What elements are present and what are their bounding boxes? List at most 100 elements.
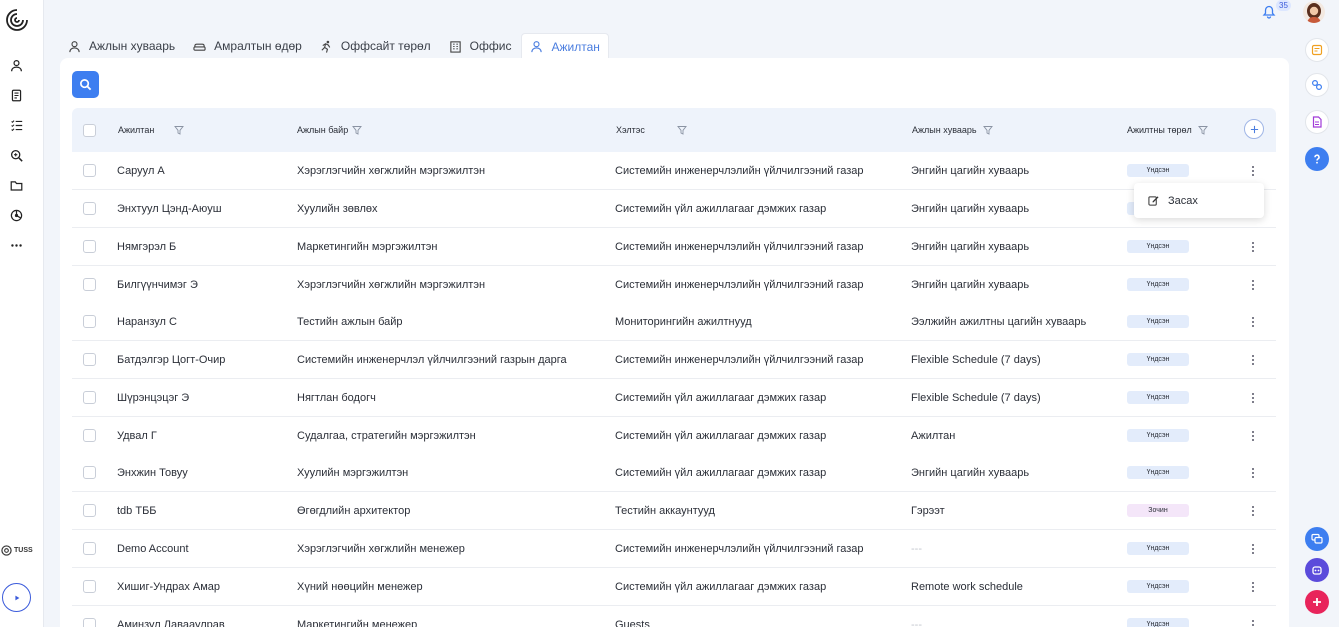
- row-checkbox[interactable]: [83, 315, 96, 328]
- filter-icon[interactable]: [352, 125, 363, 135]
- row-more-button[interactable]: [1250, 303, 1256, 340]
- employee-name[interactable]: Удвал Г: [117, 417, 157, 454]
- row-more-button[interactable]: [1250, 568, 1256, 605]
- table-row[interactable]: Удвал Г Судалгаа, стратегийн мэргэжилтэн С…: [72, 417, 1276, 455]
- table-row[interactable]: Demo Account Хэрэглэгчийн хөгжлийн менеже…: [72, 530, 1276, 568]
- employee-name[interactable]: Саруул А: [117, 152, 165, 189]
- row-checkbox[interactable]: [83, 466, 96, 479]
- table-row[interactable]: Шүрэнцэцэг Э Нягтлан бодогч Системийн үйл …: [72, 379, 1276, 417]
- filter-icon[interactable]: [174, 125, 185, 135]
- row-more-button[interactable]: [1250, 379, 1256, 416]
- checklist-icon[interactable]: [8, 117, 24, 133]
- search-button[interactable]: [72, 71, 99, 98]
- chart-icon[interactable]: [8, 207, 24, 223]
- employee-type-cell: Үндсэн: [1127, 303, 1189, 340]
- schedule-name: ---: [911, 542, 922, 555]
- row-more-button[interactable]: [1250, 606, 1256, 627]
- employee-name[interactable]: Хишиг-Ундрах Амар: [117, 568, 220, 605]
- employee-name[interactable]: Энхтуул Цэнд-Аюуш: [117, 190, 222, 227]
- column-header-department[interactable]: Хэлтэс: [616, 108, 687, 152]
- table-row[interactable]: Энхтуул Цэнд-Аюуш Хуулийн зөвлөх Системийн…: [72, 190, 1276, 228]
- add-column-button[interactable]: [1244, 119, 1264, 139]
- link-button[interactable]: [1305, 73, 1329, 97]
- row-more-button[interactable]: [1250, 530, 1256, 567]
- brand-logo: TUSS: [1, 543, 35, 557]
- row-checkbox[interactable]: [83, 542, 96, 555]
- row-checkbox[interactable]: [83, 580, 96, 593]
- column-header-employee[interactable]: Ажилтан: [118, 108, 185, 152]
- filter-icon[interactable]: [676, 125, 687, 135]
- filter-icon[interactable]: [982, 125, 993, 135]
- row-more-button[interactable]: [1250, 341, 1256, 378]
- department-name: Системийн үйл ажиллагааг дэмжих газар: [615, 429, 827, 442]
- row-checkbox[interactable]: [83, 353, 96, 366]
- row-more-button[interactable]: [1250, 266, 1256, 303]
- folder-icon[interactable]: [8, 177, 24, 193]
- department-name: Системийн инженерчлэлийн үйлчилгээний га…: [615, 542, 864, 555]
- robot-button[interactable]: [1305, 558, 1329, 582]
- table-row[interactable]: Саруул А Хэрэглэгчийн хөгжлийн мэргэжилтэ…: [72, 152, 1276, 190]
- play-button[interactable]: [2, 583, 31, 612]
- position-name: Системийн инженерчлэл үйлчилгээний газры…: [297, 353, 567, 366]
- tab-work-schedule[interactable]: Ажлын хуваарь: [60, 33, 183, 59]
- bell-icon[interactable]: [1262, 5, 1276, 19]
- table-row[interactable]: Билгүүнчимэг Э Хэрэглэгчийн хөгжлийн мэрг…: [72, 266, 1276, 304]
- table-row[interactable]: Батдэлгэр Цогт-Очир Системийн инженерчлэл…: [72, 341, 1276, 379]
- employee-type-badge: Үндсэн: [1127, 542, 1189, 555]
- column-header-schedule[interactable]: Ажлын хуваарь: [912, 108, 993, 152]
- user-icon[interactable]: [8, 57, 24, 73]
- file-button[interactable]: [1305, 110, 1329, 134]
- employee-type-cell: Үндсэн: [1127, 530, 1189, 567]
- avatar[interactable]: [1303, 1, 1325, 23]
- zoom-icon[interactable]: [8, 147, 24, 163]
- schedule-name: Энгийн цагийн хуваарь: [911, 240, 1030, 253]
- row-more-button[interactable]: [1250, 417, 1256, 454]
- employee-name[interactable]: Наранзул С: [117, 303, 177, 340]
- row-checkbox[interactable]: [83, 618, 96, 627]
- employee-name[interactable]: Аминзул Лавааулрав: [117, 606, 225, 627]
- column-header-position[interactable]: Ажлын байр: [297, 108, 363, 152]
- add-button[interactable]: [1305, 590, 1329, 614]
- row-checkbox[interactable]: [83, 429, 96, 442]
- employee-name[interactable]: tdb ТББ: [117, 492, 157, 529]
- row-more-button[interactable]: [1250, 492, 1256, 529]
- row-checkbox[interactable]: [83, 391, 96, 404]
- table-row[interactable]: Нямгэрэл Б Маркетингийн мэргэжилтэн Систем…: [72, 228, 1276, 266]
- help-button[interactable]: [1305, 147, 1329, 171]
- tab-holidays[interactable]: Амралтын өдөр: [185, 33, 310, 59]
- employee-name[interactable]: Шүрэнцэцэг Э: [117, 379, 189, 416]
- table-row[interactable]: Энхжин Товуу Хуулийн мэргэжилтэн Системийн…: [72, 454, 1276, 492]
- column-header-employee-type[interactable]: Ажилтны төрөл: [1127, 108, 1208, 152]
- employee-name[interactable]: Энхжин Товуу: [117, 454, 188, 491]
- kebab-menu-icon: [1250, 241, 1256, 252]
- sticky-note-button[interactable]: [1305, 38, 1329, 62]
- chat-button[interactable]: [1305, 527, 1329, 551]
- employee-name[interactable]: Нямгэрэл Б: [117, 228, 176, 265]
- row-checkbox[interactable]: [83, 164, 96, 177]
- tab-employee[interactable]: Ажилтан: [521, 33, 609, 59]
- edit-menu-item[interactable]: Засах: [1134, 183, 1264, 218]
- tab-office[interactable]: Оффис: [441, 33, 520, 59]
- more-icon[interactable]: [8, 237, 24, 253]
- employee-name[interactable]: Demo Account: [117, 530, 189, 567]
- document-icon[interactable]: [8, 87, 24, 103]
- employee-type-cell: Зочин: [1127, 492, 1189, 529]
- employee-name[interactable]: Батдэлгэр Цогт-Очир: [117, 341, 225, 378]
- table-row[interactable]: Хишиг-Ундрах Амар Хүний нөөцийн менежер Си…: [72, 568, 1276, 606]
- row-checkbox[interactable]: [83, 240, 96, 253]
- table-row[interactable]: tdb ТББ Өгөгдлийн архитектор Тестийн аккау…: [72, 492, 1276, 530]
- row-checkbox[interactable]: [83, 504, 96, 517]
- employee-name[interactable]: Билгүүнчимэг Э: [117, 266, 198, 303]
- row-checkbox[interactable]: [83, 278, 96, 291]
- row-more-button[interactable]: [1250, 454, 1256, 491]
- app-logo-icon[interactable]: [5, 8, 29, 32]
- table-row[interactable]: Наранзул С Тестийн ажлын байр Мониторингий…: [72, 303, 1276, 341]
- filter-icon[interactable]: [1197, 125, 1208, 135]
- select-all-checkbox[interactable]: [83, 123, 96, 137]
- department-name: Мониторингийн ажилтнууд: [615, 315, 752, 328]
- table-row[interactable]: Аминзул Лавааулрав Маркетингийн менежер Gu…: [72, 606, 1276, 627]
- sofa-icon: [193, 43, 206, 51]
- row-more-button[interactable]: [1250, 228, 1256, 265]
- row-checkbox[interactable]: [83, 202, 96, 215]
- tab-offsite-type[interactable]: Оффсайт төрөл: [312, 33, 439, 59]
